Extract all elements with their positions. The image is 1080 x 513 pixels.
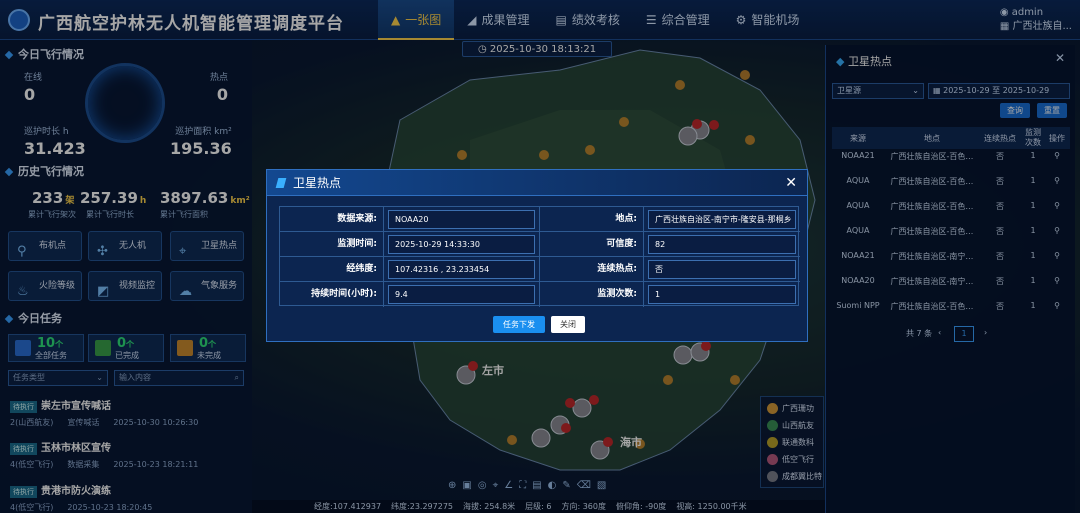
field-place: 广西壮族自治区-南宁市-隆安县-那桐乡 — [644, 207, 800, 232]
field-duration: 9.4 — [384, 282, 540, 307]
label-duration: 持续时间(小时): — [280, 282, 384, 307]
modal-header: 卫星热点 ✕ — [267, 170, 807, 196]
hotspot-detail-modal: 卫星热点 ✕ 数据来源: NOAA20 地点: 广西壮族自治区-南宁市-隆安县-那… — [266, 169, 808, 342]
field-source: NOAA20 — [384, 207, 540, 232]
close-button[interactable]: 关闭 — [551, 316, 585, 333]
field-count: 1 — [644, 282, 800, 307]
field-continuous: 否 — [644, 257, 800, 282]
field-coord: 107.42316 , 23.233454 — [384, 257, 540, 282]
close-icon[interactable]: ✕ — [785, 170, 797, 196]
label-place: 地点: — [540, 207, 644, 232]
label-continuous: 连续热点: — [540, 257, 644, 282]
label-confidence: 可信度: — [540, 232, 644, 257]
label-coord: 经纬度: — [280, 257, 384, 282]
label-count: 监测次数: — [540, 282, 644, 307]
detail-grid: 数据来源: NOAA20 地点: 广西壮族自治区-南宁市-隆安县-那桐乡 监测时… — [279, 206, 800, 307]
label-time: 监测时间: — [280, 232, 384, 257]
field-confidence: 82 — [644, 232, 800, 257]
dispatch-task-button[interactable]: 任务下发 — [493, 316, 545, 333]
label-source: 数据来源: — [280, 207, 384, 232]
field-time: 2025-10-29 14:33:30 — [384, 232, 540, 257]
